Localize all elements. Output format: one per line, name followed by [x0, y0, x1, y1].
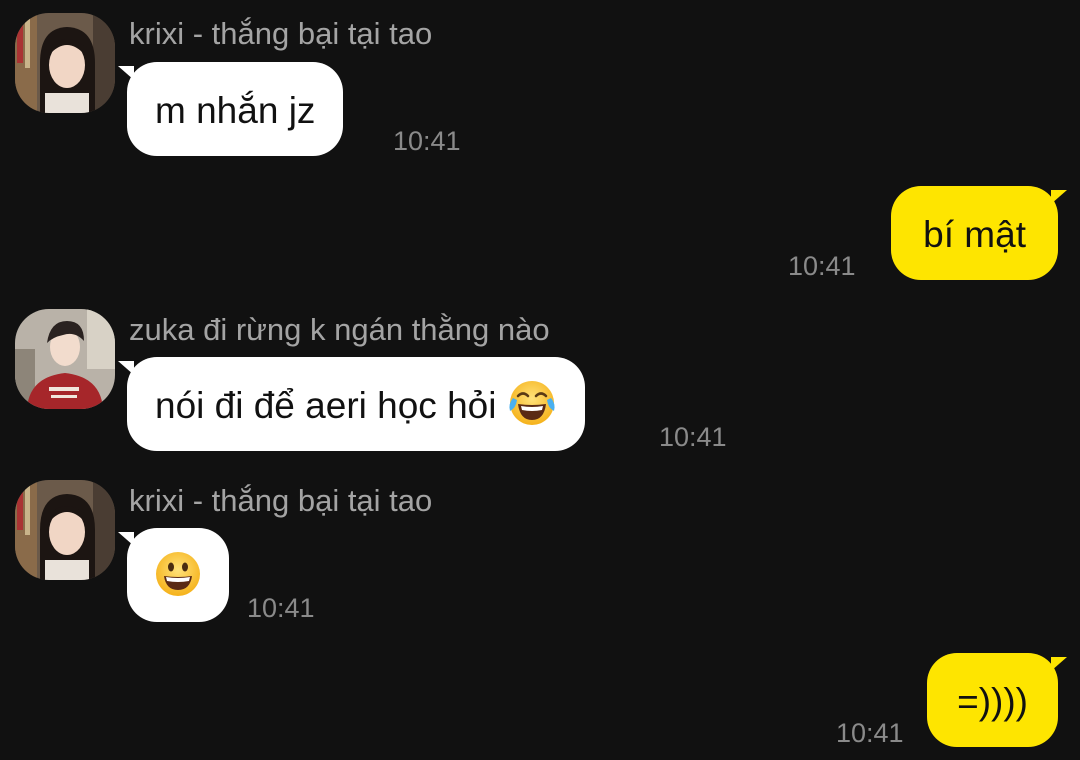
face-with-tears-of-joy-icon [507, 378, 557, 428]
bubble-tail [118, 361, 134, 375]
message-text: bí mật [923, 214, 1026, 256]
sender-avatar-krixi[interactable] [15, 480, 115, 580]
outgoing-message-bubble[interactable]: bí mật [891, 186, 1067, 280]
message-timestamp: 10:41 [393, 126, 461, 156]
sender-name: krixi - thắng bại tại tao [129, 16, 433, 51]
outgoing-message-bubble[interactable]: =)))) [927, 653, 1067, 747]
message-timestamp: 10:41 [247, 593, 315, 623]
message-timestamp: 10:41 [659, 422, 727, 452]
grinning-face-icon [153, 549, 203, 599]
incoming-message-bubble[interactable]: nói đi để aeri học hỏi [118, 357, 585, 451]
bubble-tail [1051, 190, 1067, 204]
sender-name: krixi - thắng bại tại tao [129, 483, 433, 518]
message-timestamp: 10:41 [836, 718, 904, 748]
sender-name: zuka đi rừng k ngán thằng nào [129, 312, 550, 347]
incoming-message-bubble[interactable] [118, 528, 229, 622]
incoming-message-bubble[interactable]: m nhắn jz [118, 62, 344, 156]
bubble-tail [118, 532, 134, 546]
message-text: nói đi để aeri học hỏi [155, 385, 497, 427]
bubble-tail [1051, 657, 1067, 671]
sender-avatar-krixi[interactable] [15, 13, 115, 113]
sender-avatar-zuka[interactable] [15, 309, 115, 409]
message-text: =)))) [957, 681, 1028, 723]
bubble-tail [118, 66, 134, 80]
avatar-photo [15, 309, 115, 409]
avatar-photo [15, 13, 115, 113]
message-timestamp: 10:41 [788, 251, 856, 281]
avatar-photo [15, 480, 115, 580]
message-text: m nhắn jz [155, 90, 316, 132]
